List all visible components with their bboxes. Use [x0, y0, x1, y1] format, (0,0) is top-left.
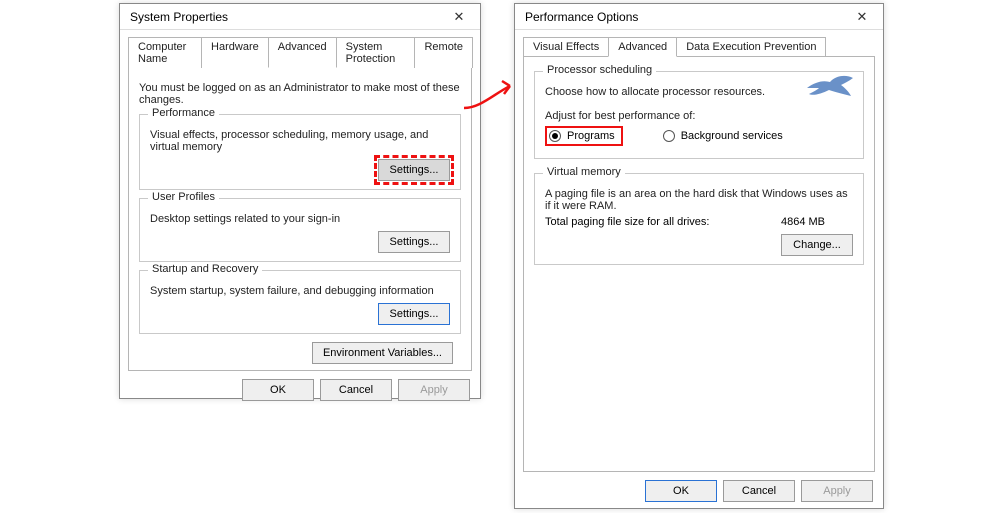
perf-advanced-tab-content: Processor scheduling Choose how to alloc…: [523, 56, 875, 472]
performance-desc: Visual effects, processor scheduling, me…: [150, 129, 450, 153]
radio-icon: [663, 130, 675, 142]
scheduling-radio-group: Programs Background services: [545, 126, 853, 146]
close-icon[interactable]: ✕: [847, 7, 877, 27]
performance-settings-button[interactable]: Settings...: [378, 159, 450, 181]
startup-recovery-settings-button[interactable]: Settings...: [378, 303, 450, 325]
system-properties-title: System Properties: [130, 10, 228, 24]
virtual-memory-group: Virtual memory A paging file is an area …: [534, 173, 864, 265]
performance-options-title: Performance Options: [525, 10, 638, 24]
apply-button[interactable]: Apply: [398, 379, 470, 401]
system-properties-titlebar: System Properties ✕: [120, 4, 480, 30]
performance-options-dialog-buttons: OK Cancel Apply: [515, 472, 883, 512]
ok-button[interactable]: OK: [242, 379, 314, 401]
user-profiles-desc: Desktop settings related to your sign-in: [150, 213, 450, 225]
tab-dep[interactable]: Data Execution Prevention: [676, 37, 826, 57]
performance-options-tabstrip: Visual Effects Advanced Data Execution P…: [515, 30, 883, 56]
performance-options-dialog: Performance Options ✕ Visual Effects Adv…: [514, 3, 884, 509]
close-icon[interactable]: ✕: [444, 7, 474, 27]
performance-legend: Performance: [148, 107, 219, 119]
apply-button[interactable]: Apply: [801, 480, 873, 502]
tab-computer-name[interactable]: Computer Name: [128, 37, 202, 68]
tab-hardware[interactable]: Hardware: [201, 37, 269, 68]
environment-variables-button[interactable]: Environment Variables...: [312, 342, 453, 364]
system-properties-dialog: System Properties ✕ Computer Name Hardwa…: [119, 3, 481, 399]
radio-programs[interactable]: Programs: [545, 126, 623, 146]
radio-icon: [549, 130, 561, 142]
performance-group: Performance Visual effects, processor sc…: [139, 114, 461, 190]
radio-background-services[interactable]: Background services: [663, 130, 783, 142]
startup-recovery-legend: Startup and Recovery: [148, 263, 262, 275]
cancel-button[interactable]: Cancel: [320, 379, 392, 401]
virtual-memory-desc: A paging file is an area on the hard dis…: [545, 188, 853, 212]
bird-icon: [805, 74, 855, 104]
system-properties-tabstrip: Computer Name Hardware Advanced System P…: [120, 30, 480, 67]
tab-visual-effects[interactable]: Visual Effects: [523, 37, 609, 57]
processor-scheduling-group: Processor scheduling Choose how to alloc…: [534, 71, 864, 159]
radio-bgservices-label: Background services: [681, 130, 783, 142]
paging-file-total-value: 4864 MB: [781, 216, 825, 228]
radio-programs-label: Programs: [567, 130, 615, 142]
startup-recovery-desc: System startup, system failure, and debu…: [150, 285, 450, 297]
user-profiles-group: User Profiles Desktop settings related t…: [139, 198, 461, 262]
tab-system-protection[interactable]: System Protection: [336, 37, 416, 68]
ok-button[interactable]: OK: [645, 480, 717, 502]
processor-scheduling-legend: Processor scheduling: [543, 64, 656, 76]
startup-recovery-group: Startup and Recovery System startup, sys…: [139, 270, 461, 334]
adjust-best-performance-label: Adjust for best performance of:: [545, 110, 853, 122]
user-profiles-legend: User Profiles: [148, 191, 219, 203]
cancel-button[interactable]: Cancel: [723, 480, 795, 502]
tab-remote[interactable]: Remote: [414, 37, 473, 68]
tab-advanced[interactable]: Advanced: [268, 37, 337, 68]
system-properties-dialog-buttons: OK Cancel Apply: [120, 371, 480, 411]
tab-perf-advanced[interactable]: Advanced: [608, 37, 677, 57]
virtual-memory-legend: Virtual memory: [543, 166, 625, 178]
advanced-tab-content: You must be logged on as an Administrato…: [128, 67, 472, 371]
admin-warning-text: You must be logged on as an Administrato…: [139, 82, 461, 106]
performance-options-titlebar: Performance Options ✕: [515, 4, 883, 30]
virtual-memory-change-button[interactable]: Change...: [781, 234, 853, 256]
paging-file-total-label: Total paging file size for all drives:: [545, 216, 709, 228]
user-profiles-settings-button[interactable]: Settings...: [378, 231, 450, 253]
